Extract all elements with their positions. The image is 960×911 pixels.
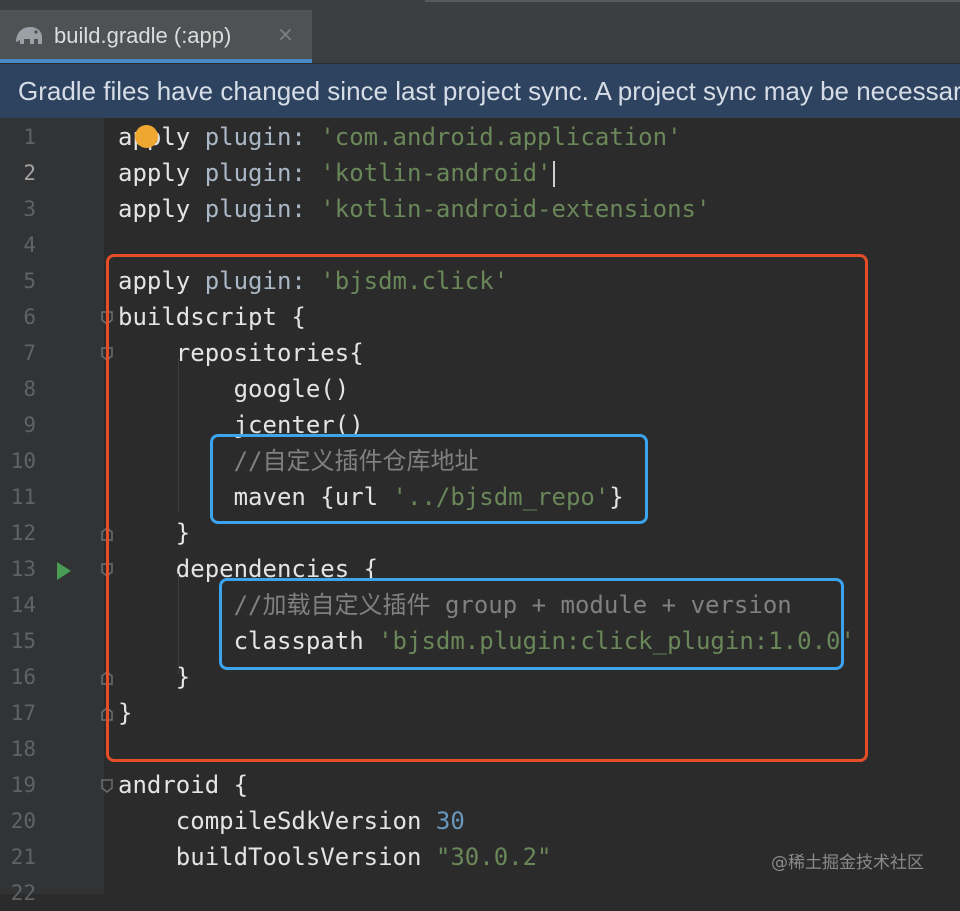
line-number[interactable]: 16 bbox=[0, 659, 36, 695]
line-number[interactable]: 7 bbox=[0, 335, 36, 371]
code-token: 'kotlin-android-extensions' bbox=[320, 195, 711, 223]
line-number[interactable]: 21 bbox=[0, 839, 36, 875]
text-caret bbox=[553, 161, 556, 187]
code-token: compileSdkVersion bbox=[118, 807, 436, 835]
code-token: 'kotlin-android' bbox=[320, 159, 552, 187]
intention-bulb-icon[interactable] bbox=[135, 125, 158, 148]
line-number[interactable]: 11 bbox=[0, 479, 36, 515]
line-number-gutter: 1 2 3 4 5 6 7 8 9 10 11 12 13 14 15 16 17 18 19 20 21 22 bbox=[0, 118, 104, 905]
line-number[interactable]: 22 bbox=[0, 875, 36, 911]
close-tab-icon[interactable]: × bbox=[277, 22, 294, 46]
line-number[interactable]: 17 bbox=[0, 695, 36, 731]
repo-address-highlight bbox=[210, 434, 648, 524]
tab-bar-divider bbox=[425, 0, 960, 2]
line-number[interactable]: 18 bbox=[0, 731, 36, 767]
line-number[interactable]: 4 bbox=[0, 227, 36, 263]
classpath-highlight bbox=[219, 578, 844, 670]
line-number[interactable]: 3 bbox=[0, 191, 36, 227]
line-number[interactable]: 5 bbox=[0, 263, 36, 299]
code-token: 30 bbox=[435, 807, 465, 835]
notification-message: Gradle files have changed since last pro… bbox=[18, 76, 960, 106]
run-gutter-icon[interactable] bbox=[57, 562, 71, 580]
code-token: apply bbox=[118, 159, 205, 187]
code-token: plugin: bbox=[204, 123, 321, 151]
code-token: apply bbox=[118, 123, 205, 151]
line-number[interactable]: 10 bbox=[0, 443, 36, 479]
code-token: 'com.android.application' bbox=[320, 123, 682, 151]
line-number[interactable]: 9 bbox=[0, 407, 36, 443]
code-line[interactable]: apply plugin: 'com.android.application' bbox=[118, 119, 682, 155]
code-token: plugin: bbox=[204, 195, 321, 223]
tab-build-gradle[interactable]: build.gradle (:app) × bbox=[0, 10, 312, 63]
line-number[interactable]: 8 bbox=[0, 371, 36, 407]
gradle-elephant-icon bbox=[13, 22, 45, 52]
code-token: "30.0.2" bbox=[435, 843, 552, 871]
code-token: buildToolsVersion bbox=[118, 843, 436, 871]
line-number[interactable]: 2 bbox=[0, 155, 36, 191]
code-line[interactable]: compileSdkVersion 30 bbox=[118, 803, 465, 839]
line-number[interactable]: 1 bbox=[0, 119, 36, 155]
editor-tab-bar: build.gradle (:app) × bbox=[0, 0, 960, 64]
line-number[interactable]: 13 bbox=[0, 551, 36, 587]
line-number[interactable]: 6 bbox=[0, 299, 36, 335]
code-editor[interactable]: 1 2 3 4 5 6 7 8 9 10 11 12 13 14 15 16 17 18 19 20 21 22 appl… bbox=[0, 118, 960, 905]
line-number[interactable]: 14 bbox=[0, 587, 36, 623]
code-line[interactable]: apply plugin: 'kotlin-android-extensions… bbox=[118, 191, 710, 227]
line-number[interactable]: 12 bbox=[0, 515, 36, 551]
code-token: android { bbox=[118, 771, 249, 799]
gradle-sync-notification: Gradle files have changed since last pro… bbox=[0, 64, 960, 118]
code-line[interactable]: android { bbox=[118, 767, 248, 803]
line-number[interactable]: 15 bbox=[0, 623, 36, 659]
line-number[interactable]: 19 bbox=[0, 767, 36, 803]
code-line[interactable]: buildToolsVersion "30.0.2" bbox=[118, 839, 552, 875]
tab-title: build.gradle (:app) bbox=[54, 23, 232, 48]
watermark: @稀土掘金技术社区 bbox=[771, 853, 924, 873]
code-line[interactable]: apply plugin: 'kotlin-android' bbox=[118, 155, 556, 191]
fold-marker-icon[interactable] bbox=[99, 778, 115, 794]
code-token: apply bbox=[118, 195, 205, 223]
line-number[interactable]: 20 bbox=[0, 803, 36, 839]
code-token: plugin: bbox=[204, 159, 321, 187]
